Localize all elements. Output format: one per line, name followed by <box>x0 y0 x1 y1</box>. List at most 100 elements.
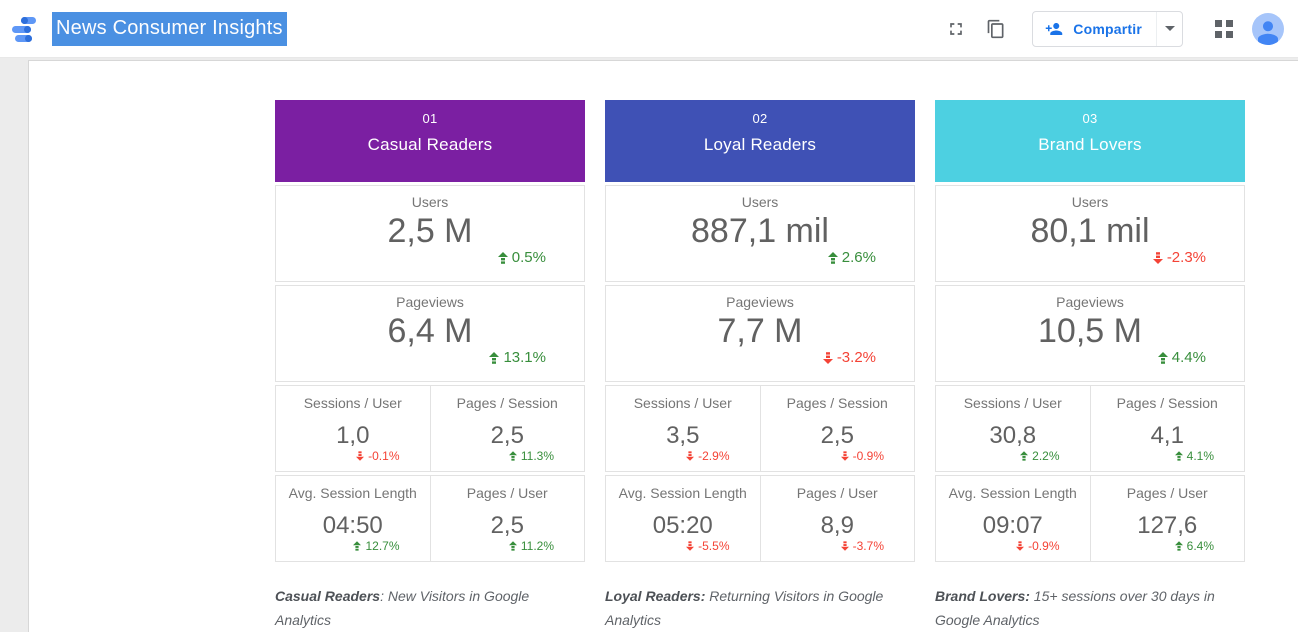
metric-label: Users <box>936 194 1244 210</box>
segment-name: Casual Readers <box>275 135 585 155</box>
arrow-down-icon <box>1153 252 1163 264</box>
arrow-down-icon <box>356 451 364 461</box>
metric-delta: -2.9% <box>606 449 760 463</box>
segment-footnote: Loyal Readers: Returning Visitors in Goo… <box>605 584 890 632</box>
metric-delta: -0.9% <box>936 539 1090 553</box>
chevron-down-icon <box>1165 26 1175 31</box>
arrow-up-icon <box>489 352 499 364</box>
metric-value: 7,7 M <box>606 312 914 350</box>
metric-value: 04:50 <box>276 513 430 539</box>
segment-header: 01 Casual Readers <box>275 100 585 182</box>
pages-per-session-scorecard: Pages / Session 2,5 -0.9% <box>760 386 915 471</box>
metric-delta: 2.2% <box>936 449 1090 463</box>
arrow-up-icon <box>509 541 517 551</box>
arrow-up-icon <box>353 541 361 551</box>
metric-value: 8,9 <box>761 513 915 539</box>
metric-delta: 2.6% <box>606 249 914 266</box>
avg-session-length-scorecard: Avg. Session Length 05:20 -5.5% <box>606 476 760 561</box>
metric-delta: 0.5% <box>276 249 584 266</box>
metric-value: 887,1 mil <box>606 212 914 250</box>
metric-value: 3,5 <box>606 423 760 449</box>
arrow-up-icon <box>1158 352 1168 364</box>
pages-per-user-scorecard: Pages / User 2,5 11.2% <box>430 476 585 561</box>
metric-delta: -3.2% <box>606 349 914 366</box>
metric-label: Pageviews <box>936 294 1244 310</box>
person-add-icon <box>1045 20 1063 38</box>
arrow-up-icon <box>1175 451 1183 461</box>
metric-delta: 11.3% <box>431 449 585 463</box>
segment-footnote: Brand Lovers: 15+ sessions over 30 days … <box>935 584 1220 632</box>
metrics-row: Avg. Session Length 09:07 -0.9% Pages / … <box>935 475 1245 562</box>
fullscreen-icon[interactable] <box>938 11 974 47</box>
segment-number: 02 <box>605 111 915 126</box>
pages-per-user-scorecard: Pages / User 127,6 6.4% <box>1090 476 1245 561</box>
metric-delta: -3.7% <box>761 539 915 553</box>
metric-delta: 13.1% <box>276 349 584 366</box>
arrow-down-icon <box>686 451 694 461</box>
users-scorecard: Users 2,5 M 0.5% <box>275 185 585 282</box>
segment-card-brand-lovers: 03 Brand Lovers Users 80,1 mil -2.3% Pag… <box>935 100 1245 562</box>
avg-session-length-scorecard: Avg. Session Length 04:50 12.7% <box>276 476 430 561</box>
metric-value: 80,1 mil <box>936 212 1244 250</box>
users-scorecard: Users 887,1 mil 2.6% <box>605 185 915 282</box>
app-bar: News Consumer Insights Compartir <box>0 0 1298 58</box>
metrics-row: Sessions / User 1,0 -0.1% Pages / Sessio… <box>275 385 585 472</box>
metric-delta: -5.5% <box>606 539 760 553</box>
report-canvas: 01 Casual Readers Users 2,5 M 0.5% Pagev… <box>28 60 1298 632</box>
segment-card-casual-readers: 01 Casual Readers Users 2,5 M 0.5% Pagev… <box>275 100 585 562</box>
metric-value: 30,8 <box>936 423 1090 449</box>
metric-value: 2,5 <box>431 423 585 449</box>
avg-session-length-scorecard: Avg. Session Length 09:07 -0.9% <box>936 476 1090 561</box>
share-button-main[interactable]: Compartir <box>1033 12 1156 46</box>
pages-per-user-scorecard: Pages / User 8,9 -3.7% <box>760 476 915 561</box>
metric-label: Users <box>606 194 914 210</box>
sessions-per-user-scorecard: Sessions / User 3,5 -2.9% <box>606 386 760 471</box>
arrow-up-icon <box>828 252 838 264</box>
metric-value: 6,4 M <box>276 312 584 350</box>
metric-delta: -0.1% <box>276 449 430 463</box>
metric-label: Pageviews <box>606 294 914 310</box>
workspace-background: 01 Casual Readers Users 2,5 M 0.5% Pagev… <box>0 58 1298 632</box>
pageviews-scorecard: Pageviews 6,4 M 13.1% <box>275 285 585 382</box>
metric-delta: 4.4% <box>936 349 1244 366</box>
segment-number: 01 <box>275 111 585 126</box>
segment-name: Loyal Readers <box>605 135 915 155</box>
arrow-down-icon <box>1016 541 1024 551</box>
data-studio-logo-icon <box>11 15 43 43</box>
sessions-per-user-scorecard: Sessions / User 1,0 -0.1% <box>276 386 430 471</box>
metric-delta: -2.3% <box>936 249 1244 266</box>
grid-view-icon[interactable] <box>1215 20 1233 38</box>
segment-card-loyal-readers: 02 Loyal Readers Users 887,1 mil 2.6% Pa… <box>605 100 915 562</box>
segment-header: 03 Brand Lovers <box>935 100 1245 182</box>
metric-label: Users <box>276 194 584 210</box>
arrow-down-icon <box>686 541 694 551</box>
share-dropdown-button[interactable] <box>1156 12 1182 46</box>
metric-value: 1,0 <box>276 423 430 449</box>
segment-name: Brand Lovers <box>935 135 1245 155</box>
report-title[interactable]: News Consumer Insights <box>52 12 287 46</box>
segment-header: 02 Loyal Readers <box>605 100 915 182</box>
arrow-up-icon <box>509 451 517 461</box>
metric-value: 2,5 M <box>276 212 584 250</box>
metric-value: 10,5 M <box>936 312 1244 350</box>
metric-delta: -0.9% <box>761 449 915 463</box>
arrow-up-icon <box>498 252 508 264</box>
share-button-label: Compartir <box>1073 21 1142 37</box>
users-scorecard: Users 80,1 mil -2.3% <box>935 185 1245 282</box>
metric-value: 2,5 <box>431 513 585 539</box>
pageviews-scorecard: Pageviews 7,7 M -3.2% <box>605 285 915 382</box>
metric-delta: 6.4% <box>1091 539 1245 553</box>
metric-value: 09:07 <box>936 513 1090 539</box>
avatar[interactable] <box>1252 13 1284 45</box>
metric-label: Pageviews <box>276 294 584 310</box>
metric-value: 05:20 <box>606 513 760 539</box>
arrow-down-icon <box>841 451 849 461</box>
metric-delta: 12.7% <box>276 539 430 553</box>
share-button[interactable]: Compartir <box>1032 11 1183 47</box>
sessions-per-user-scorecard: Sessions / User 30,8 2.2% <box>936 386 1090 471</box>
copy-pages-icon[interactable] <box>978 11 1014 47</box>
metrics-row: Sessions / User 3,5 -2.9% Pages / Sessio… <box>605 385 915 472</box>
metric-value: 4,1 <box>1091 423 1245 449</box>
arrow-up-icon <box>1020 451 1028 461</box>
metric-value: 2,5 <box>761 423 915 449</box>
